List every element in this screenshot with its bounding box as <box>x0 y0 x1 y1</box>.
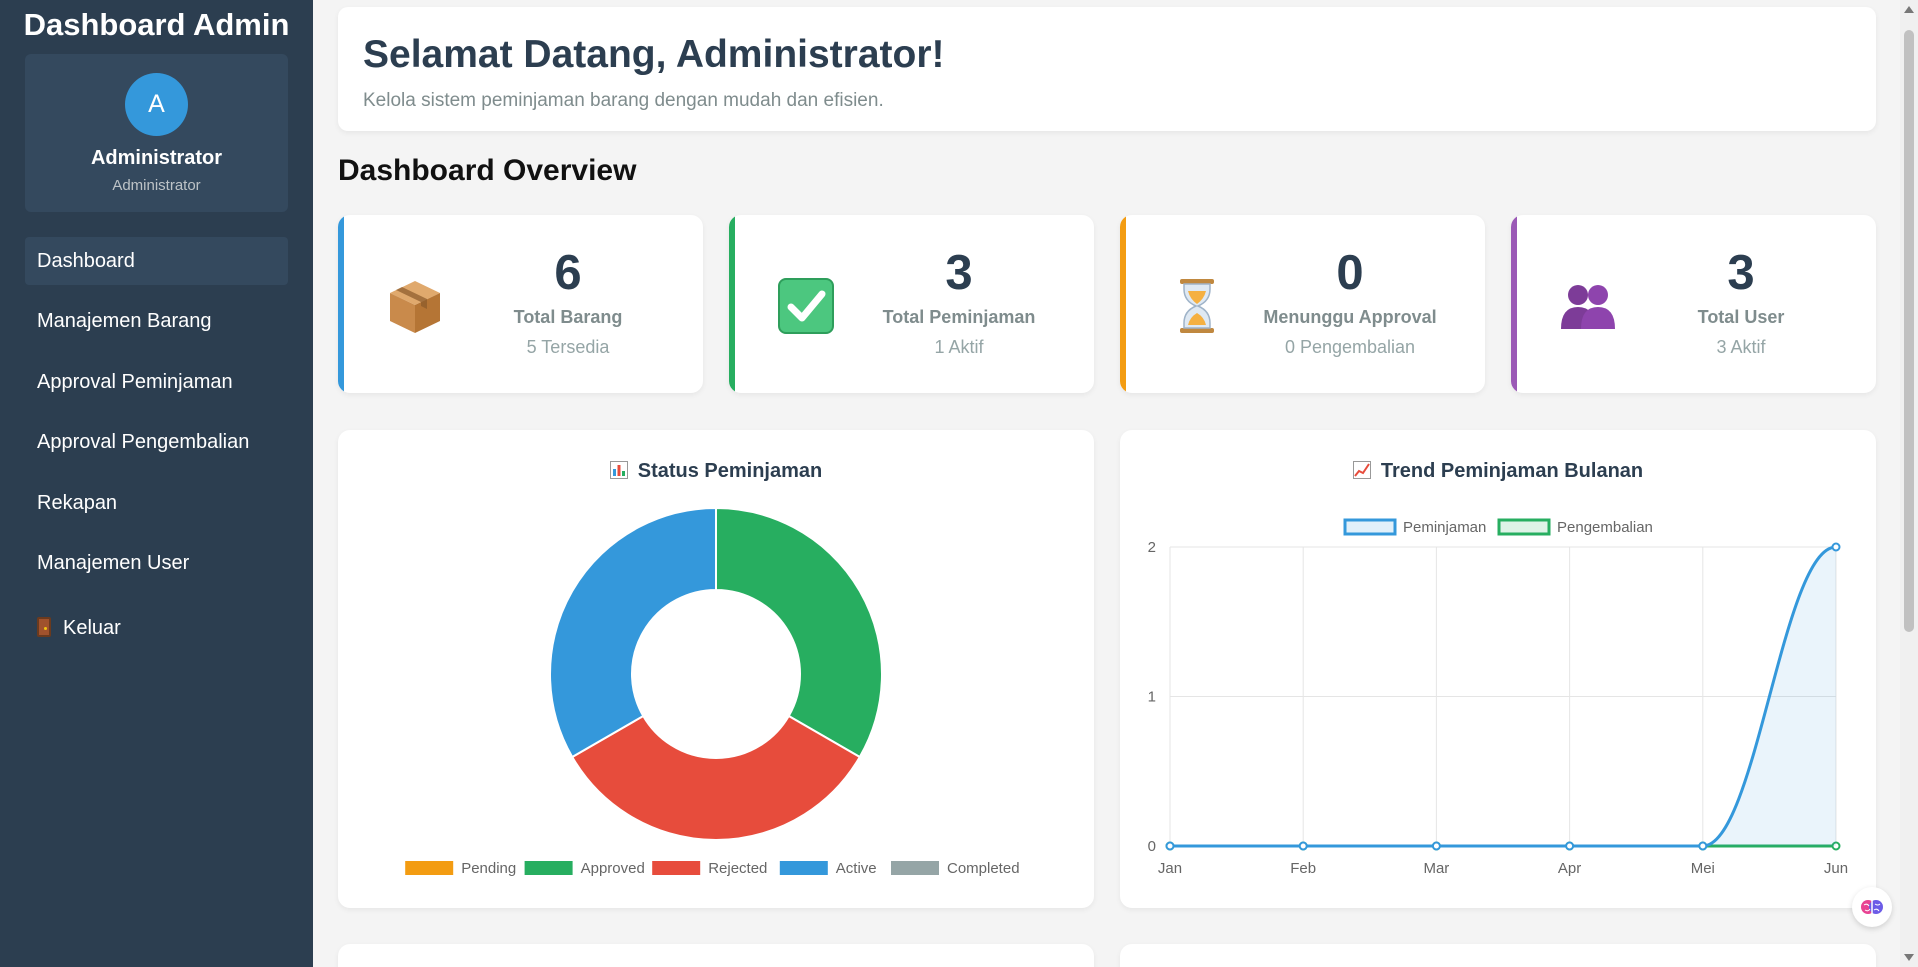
x-tick-label: Jun <box>1824 860 1848 877</box>
welcome-title: Selamat Datang, Administrator! <box>363 33 945 76</box>
legend-swatch-rejected[interactable] <box>652 861 701 875</box>
line-chart: 0 1 2 Jan Feb Mar Apr Mei Jun Peminjaman Pengembal… <box>1148 518 1848 877</box>
y-tick-label: 2 <box>1148 539 1156 556</box>
scroll-thumb[interactable] <box>1904 30 1914 632</box>
card-bottom-right <box>1120 944 1876 967</box>
page-title: Dashboard Overview <box>338 154 637 187</box>
data-point-peminjaman[interactable] <box>1298 841 1308 851</box>
legend-label-rejected[interactable]: Rejected <box>708 860 767 877</box>
scroll-up-icon[interactable] <box>1904 6 1914 13</box>
donut-slice-rejected[interactable] <box>570 714 862 841</box>
stat-label: Total Barang <box>513 307 623 327</box>
stat-sub: 0 Pengembalian <box>1284 337 1416 357</box>
data-point-peminjaman[interactable] <box>1165 841 1175 851</box>
sidebar-title: Dashboard Admin <box>23 7 290 42</box>
profile-name: Administrator <box>90 147 223 169</box>
stat-sub: 1 Aktif <box>934 337 984 357</box>
sidebar-item-dashboard[interactable]: Dashboard <box>25 237 288 285</box>
legend-swatch-completed[interactable] <box>891 861 939 875</box>
y-tick-label: 1 <box>1148 689 1156 706</box>
sidebar-item-manajemen-barang[interactable]: Manajemen Barang <box>25 297 288 345</box>
sidebar-item-approval-pengembalian[interactable]: Approval Pengembalian <box>25 418 288 466</box>
package-icon <box>390 281 440 333</box>
stat-card-menunggu-approval: 0 Menunggu Approval 0 Pengembalian <box>1120 215 1485 393</box>
avatar: A <box>125 73 188 136</box>
sidebar: Dashboard Admin A Administrator Administ… <box>0 0 313 967</box>
stat-card-total-user: 3 Total User 3 Aktif <box>1511 215 1876 393</box>
welcome-subtitle: Kelola sistem peminjaman barang dengan m… <box>363 90 884 111</box>
sidebar-item-approval-peminjaman[interactable]: Approval Peminjaman <box>25 358 288 406</box>
legend-label-peminjaman[interactable]: Peminjaman <box>1403 519 1486 536</box>
donut-chart: Pending Approved Rejected Active Completed <box>405 506 1020 877</box>
stat-sub: 3 Aktif <box>1716 337 1766 357</box>
welcome-card: Selamat Datang, Administrator! Kelola si… <box>338 7 1876 131</box>
legend-swatch-approved[interactable] <box>524 861 573 875</box>
accent-bar <box>338 215 344 393</box>
stat-value: 3 <box>1727 246 1755 300</box>
y-tick-label: 0 <box>1148 838 1156 855</box>
logout-label: Keluar <box>63 617 121 639</box>
profile-card: A Administrator Administrator <box>25 54 288 212</box>
assistant-button[interactable] <box>1852 887 1892 927</box>
stat-sub: 5 Tersedia <box>526 337 610 357</box>
stat-card-total-peminjaman: 3 Total Peminjaman 1 Aktif <box>729 215 1094 393</box>
door-icon <box>37 617 51 637</box>
accent-bar <box>729 215 735 393</box>
stat-card-total-barang: 6 Total Barang 5 Tersedia <box>338 215 703 393</box>
legend-label-pending[interactable]: Pending <box>461 860 516 877</box>
legend-swatch-pengembalian[interactable] <box>1497 518 1551 536</box>
card-bottom-left <box>338 944 1094 967</box>
x-tick-label: Mei <box>1691 860 1715 877</box>
check-icon <box>778 278 834 334</box>
accent-bar <box>1120 215 1126 393</box>
legend-label-pengembalian[interactable]: Pengembalian <box>1557 519 1653 536</box>
data-point-peminjaman[interactable] <box>1431 841 1441 851</box>
legend-label-active[interactable]: Active <box>836 860 877 877</box>
x-tick-label: Feb <box>1290 860 1316 877</box>
x-tick-label: Mar <box>1423 860 1449 877</box>
accent-bar <box>1511 215 1517 393</box>
data-point-peminjaman[interactable] <box>1698 841 1708 851</box>
sidebar-item-manajemen-user[interactable]: Manajemen User <box>25 539 288 587</box>
scroll-down-icon[interactable] <box>1904 954 1914 961</box>
profile-role: Administrator <box>112 177 201 194</box>
stat-value: 0 <box>1336 246 1364 300</box>
x-tick-label: Apr <box>1558 860 1581 877</box>
donut-slice-approved[interactable] <box>715 506 883 759</box>
scrollbar[interactable] <box>1900 0 1918 967</box>
stat-label: Menunggu Approval <box>1263 307 1437 327</box>
stat-value: 3 <box>945 246 973 300</box>
users-icon <box>1561 285 1615 329</box>
stat-label: Total User <box>1697 307 1785 327</box>
x-tick-label: Jan <box>1158 860 1182 877</box>
hourglass-icon <box>1180 279 1214 333</box>
stat-label: Total Peminjaman <box>882 307 1036 327</box>
logout-button[interactable]: Keluar <box>37 608 121 648</box>
data-point-peminjaman[interactable] <box>1831 542 1841 552</box>
chart-card-trend-peminjaman: Trend Peminjaman Bulanan 0 1 2 Jan Feb Mar Apr… <box>1120 430 1876 908</box>
chart-card-status-peminjaman: Status Peminjaman Pending Approved Rejecte… <box>338 430 1094 908</box>
legend-swatch-peminjaman[interactable] <box>1343 518 1397 536</box>
stat-value: 6 <box>554 246 582 300</box>
sidebar-item-rekapan[interactable]: Rekapan <box>25 479 288 527</box>
brain-icon <box>1861 900 1883 914</box>
legend-swatch-pending[interactable] <box>405 861 454 875</box>
data-point-peminjaman[interactable] <box>1565 841 1575 851</box>
legend-swatch-active[interactable] <box>779 861 828 875</box>
donut-slice-active[interactable] <box>549 506 717 759</box>
legend-label-completed[interactable]: Completed <box>947 860 1020 877</box>
legend-label-approved[interactable]: Approved <box>581 860 645 877</box>
